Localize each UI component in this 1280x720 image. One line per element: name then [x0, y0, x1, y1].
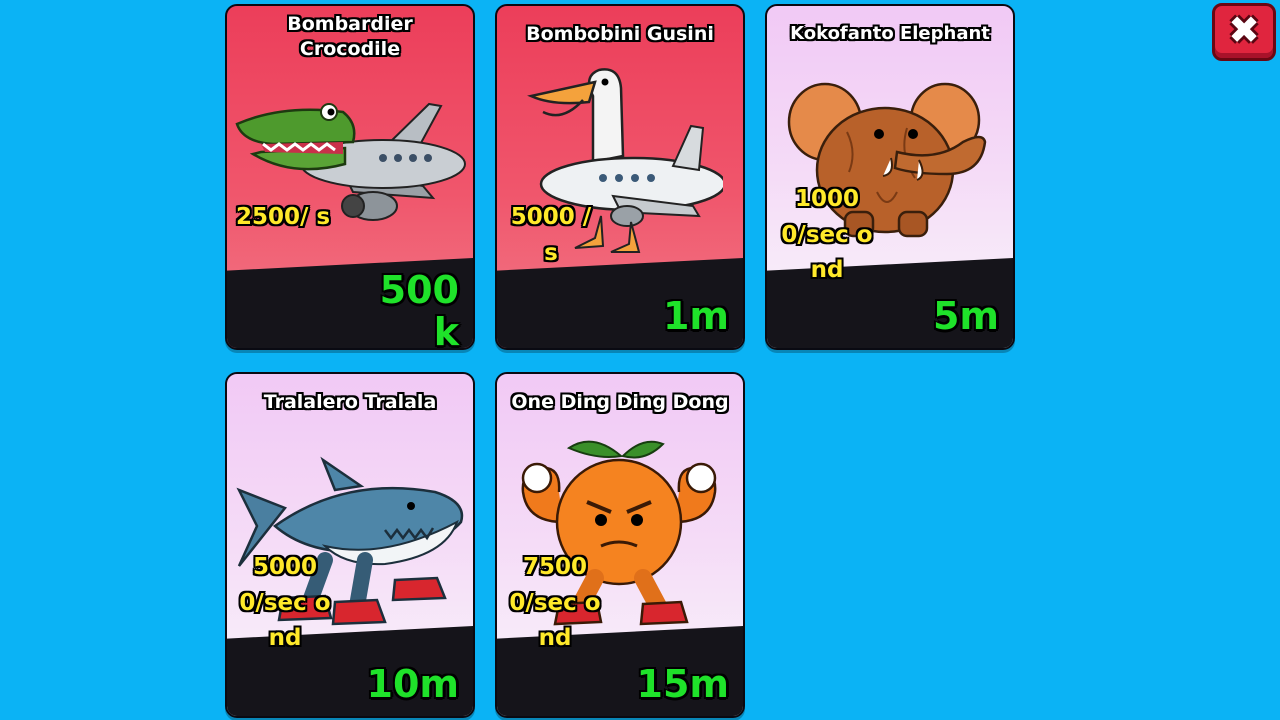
card-price: 500 k — [379, 268, 459, 350]
card-rate: 5000 /s — [510, 204, 592, 266]
unit-card-one-ding-ding-dong[interactable]: One Ding Ding Dong 7500 0/sec ond 15m — [495, 372, 745, 718]
card-price: 15m — [636, 662, 729, 707]
card-name: One Ding Ding Dong — [511, 391, 729, 413]
card-price: 10m — [366, 662, 459, 707]
card-price: 5m — [932, 294, 999, 339]
unit-card-kokofanto-elephant[interactable]: Kokofanto Elephant 1000 0/sec ond 5m — [765, 4, 1015, 350]
card-price: 1m — [662, 294, 729, 339]
close-icon: ✖ — [1228, 8, 1260, 53]
card-name: Tralalero Tralala — [263, 391, 437, 413]
card-rate: 5000 0/sec ond — [239, 554, 331, 652]
card-name: Bombardier Crocodile — [287, 13, 413, 61]
close-button[interactable]: ✖ — [1212, 3, 1276, 61]
unit-card-bombobini-gusini[interactable]: Bombobini Gusini 5000 /s 1m — [495, 4, 745, 350]
card-rate: 7500 0/sec ond — [509, 554, 601, 652]
unit-card-bombardier-crocodile[interactable]: Bombardier Crocodile 2500/ s 500 k — [225, 4, 475, 350]
card-rate: 1000 0/sec ond — [781, 186, 873, 284]
unit-card-tralalero-tralala[interactable]: Tralalero Tralala 5000 0/sec ond 10m — [225, 372, 475, 718]
card-name: Bombobini Gusini — [526, 23, 714, 45]
card-name: Kokofanto Elephant — [790, 23, 990, 44]
card-rate: 2500/ s — [235, 204, 331, 230]
